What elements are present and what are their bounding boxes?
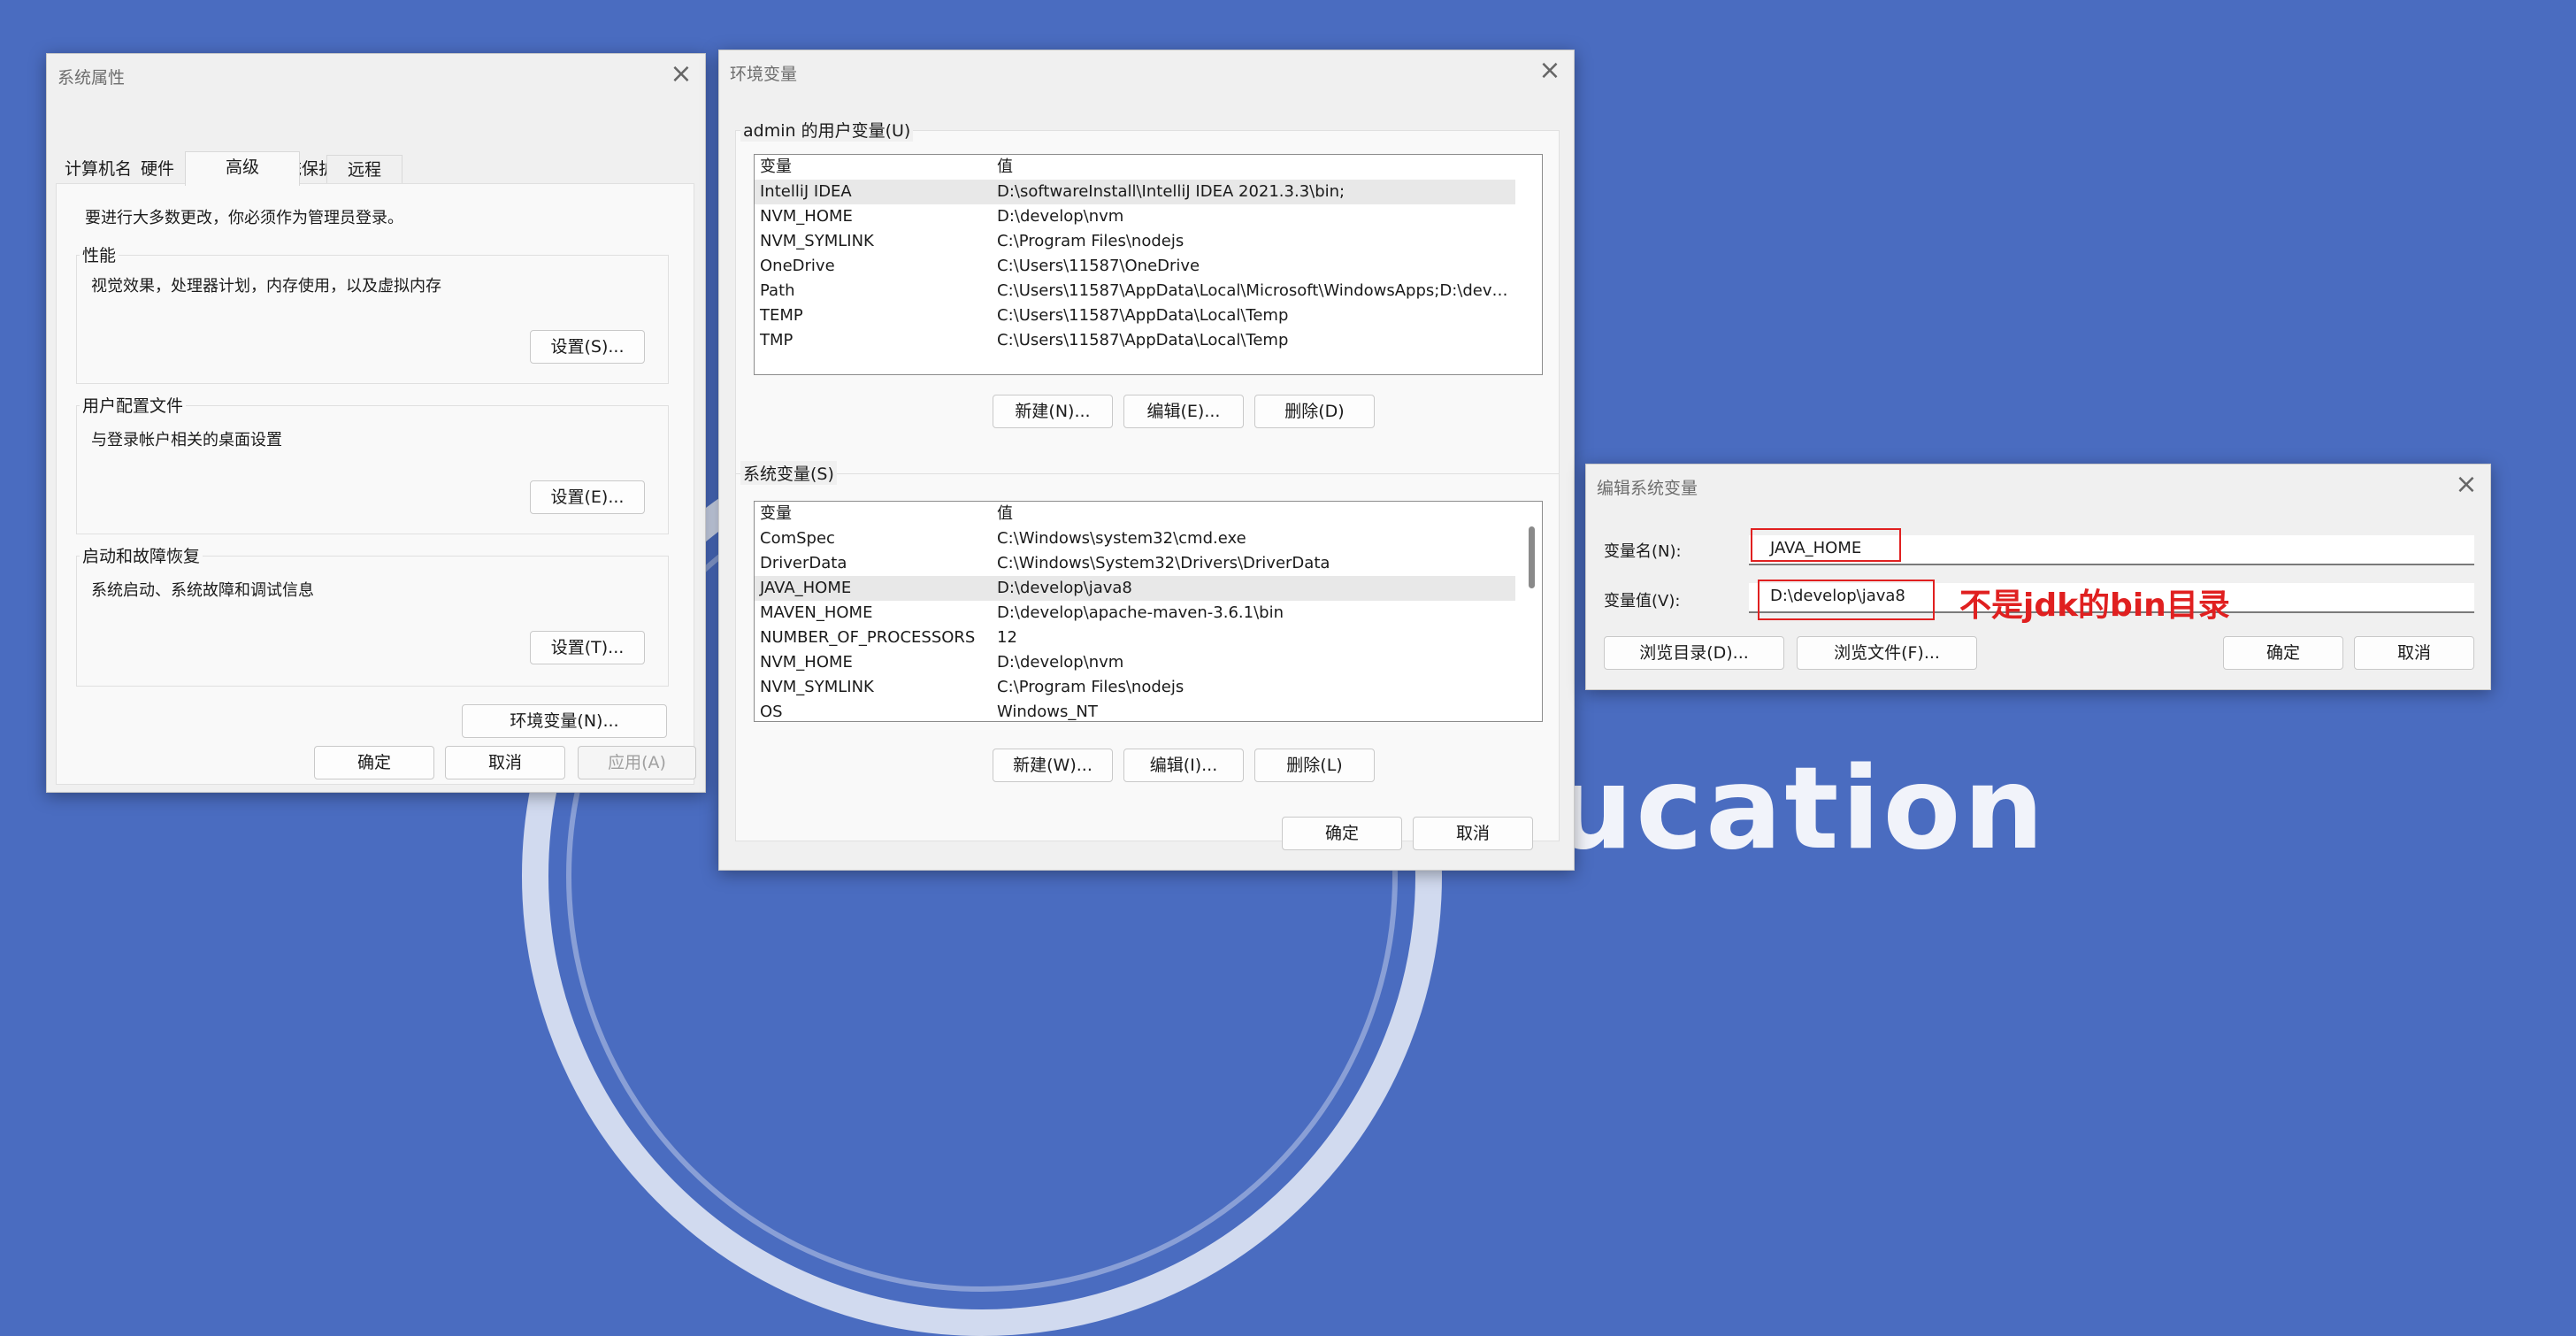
table-row[interactable]: NVM_HOME D:\develop\nvm — [755, 650, 1515, 675]
system-variables-group: 变量 值 ComSpec C:\Windows\system32\cmd.exe… — [735, 473, 1560, 841]
table-row[interactable]: NVM_SYMLINK C:\Program Files\nodejs — [755, 229, 1515, 254]
close-icon[interactable]: × — [1535, 56, 1565, 86]
system-variables-label: 系统变量(S) — [740, 461, 837, 485]
system-variables-list[interactable]: 变量 值 ComSpec C:\Windows\system32\cmd.exe… — [754, 501, 1543, 722]
user-variables-header: 变量 值 — [760, 157, 1013, 176]
performance-group: 视觉效果，处理器计划，内存使用，以及虚拟内存 设置(S)... — [76, 255, 669, 384]
system-edit-button[interactable]: 编辑(I)... — [1123, 749, 1244, 782]
user-profiles-group: 与登录帐户相关的桌面设置 设置(E)... — [76, 405, 669, 534]
user-variables-list[interactable]: 变量 值 IntelliJ IDEA D:\softwareInstall\In… — [754, 154, 1543, 375]
user-profiles-desc: 与登录帐户相关的桌面设置 — [91, 431, 282, 449]
edit-cancel-button[interactable]: 取消 — [2354, 636, 2474, 670]
user-profiles-settings-button[interactable]: 设置(E)... — [530, 480, 645, 514]
admin-note: 要进行大多数更改，你必须作为管理员登录。 — [85, 209, 403, 227]
environment-variables-title: 环境变量 — [730, 65, 798, 84]
system-variables-header: 变量 值 — [760, 504, 1013, 523]
browse-directory-button[interactable]: 浏览目录(D)... — [1604, 636, 1784, 670]
table-row[interactable]: NVM_HOME D:\develop\nvm — [755, 204, 1515, 229]
table-row[interactable]: JAVA_HOME D:\develop\java8 — [755, 576, 1515, 601]
system-properties-title: 系统属性 — [58, 68, 126, 88]
user-variables-label: admin 的用户变量(U) — [740, 118, 914, 142]
close-icon[interactable]: × — [666, 59, 696, 89]
browse-file-button[interactable]: 浏览文件(F)... — [1797, 636, 1977, 670]
environment-variables-button[interactable]: 环境变量(N)... — [462, 704, 667, 738]
system-properties-titlebar: 系统属性 × — [47, 54, 705, 95]
variable-value-highlight — [1758, 580, 1935, 620]
user-edit-button[interactable]: 编辑(E)... — [1123, 395, 1244, 428]
system-properties-ok-button[interactable]: 确定 — [314, 746, 434, 779]
edit-system-variable-titlebar: 编辑系统变量 × — [1586, 465, 2490, 505]
edit-system-variable-title: 编辑系统变量 — [1597, 479, 1698, 498]
environment-ok-button[interactable]: 确定 — [1282, 817, 1402, 850]
system-delete-button[interactable]: 删除(L) — [1254, 749, 1375, 782]
startup-recovery-label: 启动和故障恢复 — [80, 543, 203, 567]
table-row[interactable]: MAVEN_HOME D:\develop\apache-maven-3.6.1… — [755, 601, 1515, 626]
annotation-note: 不是jdk的bin目录 — [1959, 587, 2230, 624]
edit-ok-button[interactable]: 确定 — [2223, 636, 2343, 670]
table-row[interactable]: ComSpec C:\Windows\system32\cmd.exe — [755, 526, 1515, 551]
tab-advanced[interactable]: 高级 — [185, 151, 300, 186]
edit-system-variable-window: 编辑系统变量 × 变量名(N): JAVA_HOME 变量值(V): D:\de… — [1585, 464, 2491, 690]
variable-name-highlight — [1751, 528, 1901, 562]
table-row[interactable]: DriverData C:\Windows\System32\Drivers\D… — [755, 551, 1515, 576]
advanced-tab-panel: 要进行大多数更改，你必须作为管理员登录。 视觉效果，处理器计划，内存使用，以及虚… — [56, 183, 694, 785]
user-profiles-label: 用户配置文件 — [80, 393, 187, 417]
background-logo-text: ucation — [1552, 743, 2047, 875]
system-properties-apply-button[interactable]: 应用(A) — [578, 746, 696, 779]
environment-cancel-button[interactable]: 取消 — [1413, 817, 1533, 850]
user-delete-button[interactable]: 删除(D) — [1254, 395, 1375, 428]
performance-label: 性能 — [80, 242, 119, 266]
system-new-button[interactable]: 新建(W)... — [993, 749, 1113, 782]
table-row[interactable]: TMP C:\Users\11587\AppData\Local\Temp — [755, 328, 1515, 353]
user-variables-group: 变量 值 IntelliJ IDEA D:\softwareInstall\In… — [735, 130, 1560, 498]
table-row[interactable]: IntelliJ IDEA D:\softwareInstall\Intelli… — [755, 180, 1515, 204]
table-row[interactable]: Path C:\Users\11587\AppData\Local\Micros… — [755, 279, 1515, 303]
table-row[interactable]: OneDrive C:\Users\11587\OneDrive — [755, 254, 1515, 279]
environment-variables-titlebar: 环境变量 × — [719, 50, 1574, 91]
startup-settings-button[interactable]: 设置(T)... — [530, 631, 645, 664]
system-properties-cancel-button[interactable]: 取消 — [445, 746, 565, 779]
environment-variables-window: 环境变量 × 变量 值 IntelliJ IDEA D:\softwareIns… — [718, 50, 1575, 871]
tab-hardware[interactable]: 硬件 — [135, 155, 180, 183]
system-properties-window: 系统属性 × 计算机名 硬件 高级 系统保护 远程 要进行大多数更改，你必须作为… — [46, 53, 706, 793]
variable-name-label: 变量名(N): — [1604, 542, 1682, 561]
user-new-button[interactable]: 新建(N)... — [993, 395, 1113, 428]
startup-recovery-group: 系统启动、系统故障和调试信息 设置(T)... — [76, 556, 669, 687]
performance-settings-button[interactable]: 设置(S)... — [530, 330, 645, 364]
startup-recovery-desc: 系统启动、系统故障和调试信息 — [91, 581, 314, 600]
table-row[interactable]: OS Windows_NT — [755, 700, 1515, 721]
variable-value-label: 变量值(V): — [1604, 592, 1681, 610]
table-row[interactable]: NVM_SYMLINK C:\Program Files\nodejs — [755, 675, 1515, 700]
close-icon[interactable]: × — [2451, 470, 2481, 500]
table-row[interactable]: TEMP C:\Users\11587\AppData\Local\Temp — [755, 303, 1515, 328]
tab-remote[interactable]: 远程 — [326, 155, 402, 184]
table-row[interactable]: NUMBER_OF_PROCESSORS 12 — [755, 626, 1515, 650]
tab-computer-name[interactable]: 计算机名 — [63, 155, 134, 183]
performance-desc: 视觉效果，处理器计划，内存使用，以及虚拟内存 — [91, 277, 441, 296]
system-variables-scrollbar[interactable] — [1529, 526, 1535, 588]
